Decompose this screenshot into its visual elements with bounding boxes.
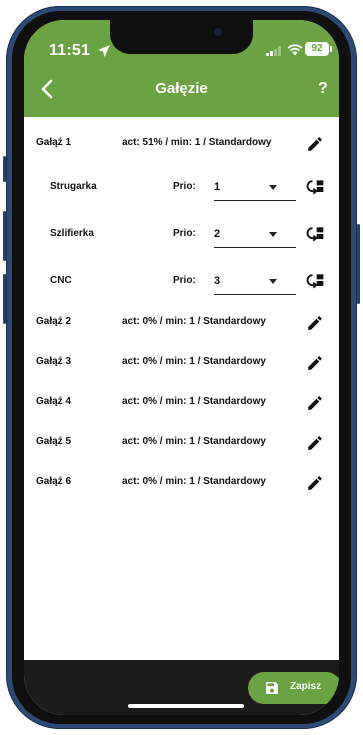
prio-dropdown[interactable]: 3 <box>214 267 296 295</box>
branches-list: Gałąź 1 act: 51% / min: 1 / Standardowy … <box>24 117 339 660</box>
phone-bezel: 11:51 92 Gałęzie ? Gałąź 1 act: 51% / mi… <box>12 11 351 724</box>
app-header: 11:51 92 Gałęzie ? <box>24 20 339 117</box>
camera-icon <box>214 28 222 36</box>
phone-frame: 11:51 92 Gałęzie ? Gałąź 1 act: 51% / mi… <box>3 6 360 729</box>
edit-pencil-icon[interactable] <box>306 314 324 332</box>
branch-row: Gałąź 4 act: 0% / min: 1 / Standardowy <box>24 394 339 414</box>
prio-dropdown[interactable]: 2 <box>214 220 296 248</box>
signal-icon <box>266 46 281 56</box>
status-time: 11:51 <box>49 42 91 59</box>
branch-name: Gałąź 3 <box>36 356 72 367</box>
edit-pencil-icon[interactable] <box>306 434 324 452</box>
caret-down-icon <box>269 232 277 237</box>
side-button <box>3 274 6 324</box>
branch-status: act: 0% / min: 1 / Standardowy <box>122 436 266 447</box>
machine-name: Szlifierka <box>50 228 94 239</box>
branch-row: Gałąź 6 act: 0% / min: 1 / Standardowy <box>24 474 339 494</box>
page-title: Gałęzie <box>155 80 208 97</box>
prio-dropdown[interactable]: 1 <box>214 173 296 201</box>
edit-pencil-icon[interactable] <box>306 394 324 412</box>
branch-name: Gałąź 6 <box>36 476 72 487</box>
machine-name: CNC <box>50 275 72 286</box>
branch-status: act: 0% / min: 1 / Standardowy <box>122 356 266 367</box>
save-label: Zapisz <box>290 681 322 692</box>
branch-row: Gałąź 2 act: 0% / min: 1 / Standardowy <box>24 314 339 334</box>
machine-row: Strugarka Prio: 1 <box>24 179 339 209</box>
branch-status: act: 0% / min: 1 / Standardowy <box>122 476 266 487</box>
branch-row: Gałąź 5 act: 0% / min: 1 / Standardowy <box>24 434 339 454</box>
branch-name: Gałąź 4 <box>36 396 72 407</box>
edit-pencil-icon[interactable] <box>306 474 324 492</box>
bottom-bar: Zapisz <box>24 660 339 715</box>
device-notch <box>110 20 253 54</box>
machine-row: CNC Prio: 3 <box>24 273 339 303</box>
branch-status: act: 0% / min: 1 / Standardowy <box>122 396 266 407</box>
prio-value: 2 <box>214 228 221 240</box>
reassign-icon[interactable] <box>305 271 325 291</box>
branch-row: Gałąź 3 act: 0% / min: 1 / Standardowy <box>24 354 339 374</box>
location-arrow-icon <box>98 45 110 57</box>
branch-name: Gałąź 1 <box>36 137 72 148</box>
caret-down-icon <box>269 185 277 190</box>
prio-label: Prio: <box>173 181 196 192</box>
edit-pencil-icon[interactable] <box>306 135 324 153</box>
prio-label: Prio: <box>173 275 196 286</box>
wifi-icon <box>287 44 303 56</box>
machine-name: Strugarka <box>50 181 97 192</box>
branch-status: act: 0% / min: 1 / Standardowy <box>122 316 266 327</box>
battery-indicator: 92 <box>305 42 332 56</box>
side-button <box>357 224 360 304</box>
help-button[interactable]: ? <box>318 80 328 98</box>
save-button[interactable]: Zapisz <box>248 672 339 704</box>
branch-status: act: 51% / min: 1 / Standardowy <box>122 137 272 148</box>
prio-label: Prio: <box>173 228 196 239</box>
side-button <box>3 156 6 182</box>
side-button <box>3 211 6 261</box>
reassign-icon[interactable] <box>305 177 325 197</box>
reassign-icon[interactable] <box>305 224 325 244</box>
floppy-disk-icon <box>266 682 278 694</box>
branch-name: Gałąź 2 <box>36 316 72 327</box>
home-indicator <box>128 704 244 708</box>
app-screen: 11:51 92 Gałęzie ? Gałąź 1 act: 51% / mi… <box>24 20 339 715</box>
caret-down-icon <box>269 279 277 284</box>
edit-pencil-icon[interactable] <box>306 354 324 372</box>
prio-value: 1 <box>214 181 221 193</box>
machine-row: Szlifierka Prio: 2 <box>24 226 339 256</box>
branch-name: Gałąź 5 <box>36 436 72 447</box>
prio-value: 3 <box>214 275 221 287</box>
branch-row: Gałąź 1 act: 51% / min: 1 / Standardowy <box>24 135 339 155</box>
